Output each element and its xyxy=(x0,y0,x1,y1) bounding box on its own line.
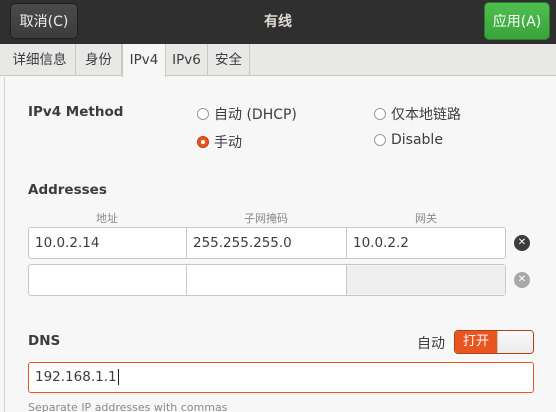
radio-label: 自动 (DHCP) xyxy=(214,107,297,123)
radio-circle-icon xyxy=(197,108,209,120)
toggle-on-label: 打开 xyxy=(455,331,497,353)
tab-ipv4[interactable]: IPv4 xyxy=(122,44,166,77)
dns-auto-label: 自动 xyxy=(417,336,445,352)
gateway-input[interactable] xyxy=(347,265,505,295)
header-bar: 取消(C) 有线 应用(A) xyxy=(0,0,556,44)
dns-auto-toggle[interactable]: 打开 xyxy=(454,330,534,354)
tab-ipv6[interactable]: IPv6 xyxy=(166,44,208,76)
gateway-input[interactable]: 10.0.2.2 xyxy=(347,228,505,258)
radio-circle-icon xyxy=(374,134,386,146)
radio-checked-icon xyxy=(197,136,209,148)
radio-circle-icon xyxy=(374,108,386,120)
radio-manual[interactable]: 手动 xyxy=(197,132,242,152)
tab-details[interactable]: 详细信息 xyxy=(4,44,76,76)
netmask-input[interactable]: 255.255.255.0 xyxy=(187,228,347,258)
radio-link-local[interactable]: 仅本地链路 xyxy=(374,104,461,124)
netmask-input[interactable] xyxy=(187,265,347,295)
cancel-button[interactable]: 取消(C) xyxy=(10,3,78,39)
address-input[interactable] xyxy=(29,265,187,295)
tab-security[interactable]: 安全 xyxy=(208,44,250,76)
ipv4-method-label: IPv4 Method xyxy=(28,104,124,120)
column-header-gateway: 网关 xyxy=(415,212,437,225)
dns-input[interactable]: 192.168.1.1 xyxy=(28,362,534,393)
dns-value: 192.168.1.1 xyxy=(35,369,117,385)
address-input[interactable]: 10.0.2.14 xyxy=(29,228,187,258)
addresses-label: Addresses xyxy=(28,182,107,198)
radio-auto-dhcp[interactable]: 自动 (DHCP) xyxy=(197,104,297,124)
apply-button[interactable]: 应用(A) xyxy=(484,2,550,40)
dns-hint: Separate IP addresses with commas xyxy=(28,401,228,412)
radio-label: 仅本地链路 xyxy=(391,107,461,123)
window-title: 有线 xyxy=(264,14,292,30)
radio-disable[interactable]: Disable xyxy=(374,132,443,148)
dns-label: DNS xyxy=(28,333,61,349)
tab-identity[interactable]: 身份 xyxy=(76,44,122,76)
remove-address-icon[interactable]: ✕ xyxy=(514,235,530,251)
toggle-knob xyxy=(497,331,533,353)
radio-label: 手动 xyxy=(214,135,242,151)
remove-address-icon[interactable]: ✕ xyxy=(514,272,530,288)
address-row: 10.0.2.14 255.255.255.0 10.0.2.2 xyxy=(28,227,506,259)
column-header-netmask: 子网掩码 xyxy=(244,212,288,225)
text-caret xyxy=(117,369,119,385)
radio-label: Disable xyxy=(391,132,443,148)
tab-bar: 详细信息 身份 IPv4 IPv6 安全 xyxy=(0,44,556,77)
address-row-empty xyxy=(28,264,506,296)
column-header-address: 地址 xyxy=(96,212,118,225)
